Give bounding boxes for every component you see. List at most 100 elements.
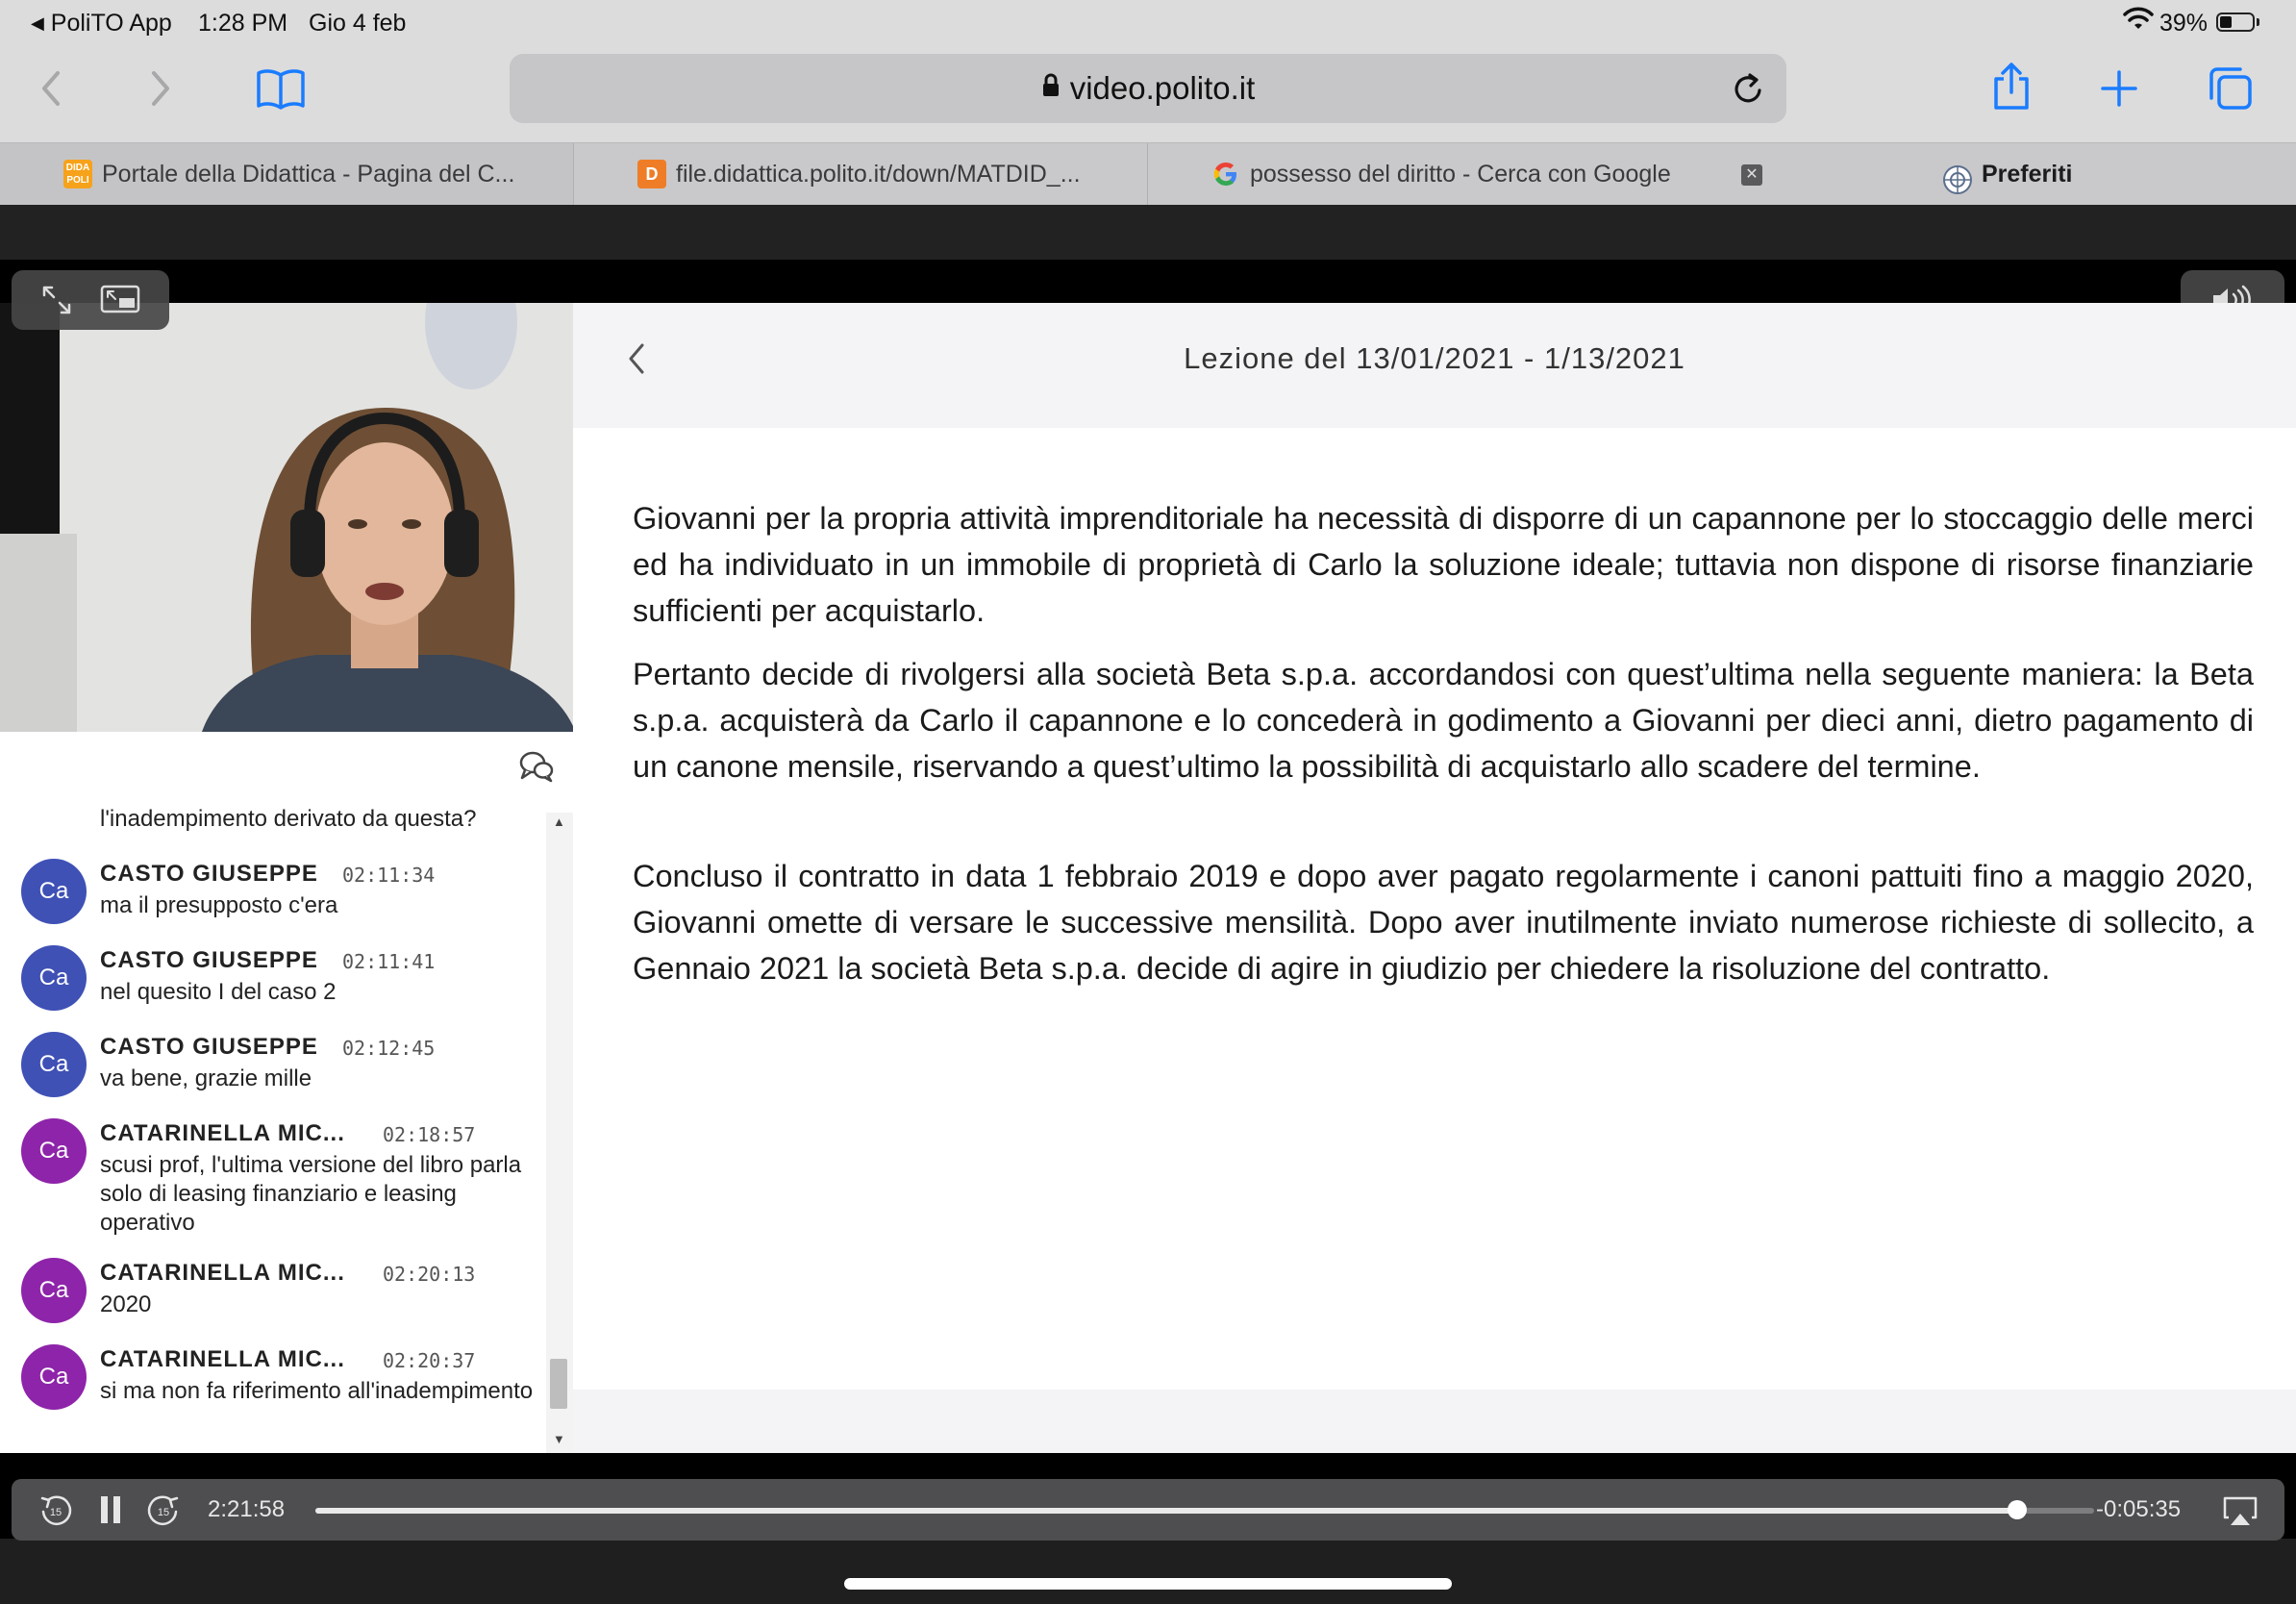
tab-file-didattica[interactable]: D file.didattica.polito.it/down/MATDID_.…: [574, 143, 1148, 205]
chat-message: Ca CASTO GIUSEPPE 02:11:34 ma il presupp…: [0, 857, 538, 934]
new-tab-icon[interactable]: [2100, 69, 2138, 113]
back-app-label: PoliTO App: [50, 10, 172, 37]
pause-icon[interactable]: [98, 1494, 123, 1530]
lesson-title: Lezione del 13/01/2021 - 1/13/2021: [1184, 341, 1685, 375]
seek-bar-played: [315, 1508, 2018, 1514]
skip-forward-15-icon[interactable]: 15: [146, 1492, 181, 1532]
skip-back-15-icon[interactable]: 15: [38, 1492, 73, 1532]
picture-in-picture-icon[interactable]: [100, 284, 140, 319]
partial-chat-message: l'inadempimento derivato da questa?: [100, 806, 477, 832]
forward-icon[interactable]: [146, 69, 175, 113]
avatar: Ca: [21, 1032, 87, 1097]
slide-page: Giovanni per la propria attività imprend…: [573, 428, 2296, 1390]
message-time: 02:11:34: [342, 864, 436, 887]
message-time: 02:18:57: [383, 1123, 476, 1146]
message-author: CATARINELLA MIC...: [100, 1346, 345, 1372]
share-icon[interactable]: [1990, 62, 2033, 116]
chat-message: Ca CATARINELLA MIC... 02:18:57 scusi pro…: [0, 1116, 538, 1251]
avatar: Ca: [21, 1118, 87, 1184]
avatar: Ca: [21, 1344, 87, 1410]
scrollbar-thumb[interactable]: [550, 1359, 567, 1409]
message-time: 02:12:45: [342, 1037, 436, 1060]
battery-icon: [2216, 13, 2255, 32]
scroll-up-arrow-icon[interactable]: ▲: [553, 815, 565, 829]
chat-panel: l'inadempimento derivato da questa? Ca C…: [0, 732, 573, 1453]
tab-label: file.didattica.polito.it/down/MATDID_...: [676, 161, 1081, 188]
slide-paragraph: Giovanni per la propria attività imprend…: [633, 501, 2254, 628]
seek-bar[interactable]: [315, 1500, 2094, 1519]
battery-percent: 39%: [2159, 10, 2209, 37]
slide-viewer: Lezione del 13/01/2021 - 1/13/2021 Giova…: [573, 303, 2296, 1453]
avatar: Ca: [21, 945, 87, 1011]
tab-label: Preferiti: [1982, 161, 2073, 188]
chat-message: Ca CATARINELLA MIC... 02:20:37 si ma non…: [0, 1342, 538, 1439]
preferiti-globe-icon: [1941, 158, 1974, 205]
wifi-icon: [2123, 6, 2154, 39]
message-time: 02:20:37: [383, 1349, 476, 1372]
seek-bar-handle[interactable]: [2008, 1500, 2028, 1519]
page-background-bar: [0, 205, 2296, 260]
chat-message: Ca CASTO GIUSEPPE 02:12:45 va bene, graz…: [0, 1030, 538, 1107]
speaker-video-image: [0, 303, 573, 732]
url-text: video.polito.it: [1069, 70, 1256, 106]
clock: 1:28 PM: [198, 10, 288, 37]
message-text: ma il presupposto c'era: [100, 892, 338, 918]
message-author: CATARINELLA MIC...: [100, 1260, 345, 1286]
home-indicator: [844, 1578, 1452, 1590]
bookmarks-icon[interactable]: [256, 67, 306, 114]
message-time: 02:11:41: [342, 950, 436, 973]
message-time: 02:20:13: [383, 1263, 476, 1286]
remaining-time: -0:05:35: [2096, 1496, 2182, 1522]
avatar: Ca: [21, 1258, 87, 1323]
message-text: va bene, grazie mille: [100, 1065, 312, 1091]
close-tab-icon[interactable]: ✕: [1741, 164, 1762, 186]
elapsed-time: 2:21:58: [208, 1496, 286, 1522]
slide-header: Lezione del 13/01/2021 - 1/13/2021: [573, 303, 2296, 428]
battery-level: [2220, 16, 2232, 28]
skip-forward-seconds: 15: [158, 1507, 169, 1518]
message-author: CATARINELLA MIC...: [100, 1120, 345, 1146]
chat-scrollbar[interactable]: ▲ ▼: [546, 813, 573, 1453]
chat-message: Ca CATARINELLA MIC... 02:20:13 2020: [0, 1256, 538, 1333]
message-text: scusi prof, l'ultima versione del libro …: [100, 1152, 522, 1236]
tab-preferiti[interactable]: Preferiti: [1774, 143, 2296, 205]
back-to-app-link[interactable]: ◀ PoliTO App: [31, 10, 172, 38]
tab-google-search[interactable]: possesso del diritto - Cerca con Google: [1148, 143, 1722, 205]
tab-portale-didattica[interactable]: DIDA POLI Portale della Didattica - Pagin…: [0, 143, 574, 205]
chat-message: Ca CASTO GIUSEPPE 02:11:41 nel quesito I…: [0, 943, 538, 1020]
url-display[interactable]: video.polito.it: [510, 54, 1786, 125]
message-text: nel quesito I del caso 2: [100, 979, 337, 1005]
avatar: Ca: [21, 859, 87, 924]
slide-paragraph: Concluso il contratto in data 1 febbraio…: [633, 859, 2254, 986]
tab-label: Portale della Didattica - Pagina del C..…: [102, 161, 515, 188]
airplay-icon[interactable]: [2221, 1494, 2259, 1532]
status-bar: ◀ PoliTO App 1:28 PM Gio 4 feb 39%: [0, 0, 2296, 44]
browser-chrome: ◀ PoliTO App 1:28 PM Gio 4 feb 39% video…: [0, 0, 2296, 205]
message-author: CASTO GIUSEPPE: [100, 861, 318, 887]
google-favicon-icon: [1211, 160, 1240, 188]
tab-label: possesso del diritto - Cerca con Google: [1250, 161, 1671, 188]
message-author: CASTO GIUSEPPE: [100, 947, 318, 973]
address-bar[interactable]: video.polito.it: [510, 54, 1786, 123]
date: Gio 4 feb: [309, 10, 407, 37]
polito-didattica-favicon-icon: DIDA POLI: [63, 160, 92, 188]
chat-bubbles-icon[interactable]: [517, 749, 556, 789]
battery-tip: [2257, 18, 2259, 26]
reload-icon[interactable]: [1731, 69, 1767, 113]
scroll-down-arrow-icon[interactable]: ▼: [553, 1432, 565, 1446]
tab-strip: DIDA POLI Portale della Didattica - Pagin…: [0, 142, 2296, 205]
message-text: 2020: [100, 1291, 152, 1317]
back-triangle-icon: ◀: [31, 13, 44, 33]
message-text: si ma non fa riferimento all'inadempimen…: [100, 1378, 534, 1404]
lock-icon: [1041, 53, 1061, 122]
slide-paragraph: Pertanto decide di rivolgersi alla socie…: [633, 657, 2254, 784]
back-icon[interactable]: [37, 69, 65, 113]
d-favicon-icon: D: [637, 160, 666, 188]
message-author: CASTO GIUSEPPE: [100, 1034, 318, 1060]
layout-controls: [12, 270, 169, 330]
playback-controls: 15 15 2:21:58 -0:05:35: [12, 1479, 2284, 1541]
skip-back-seconds: 15: [50, 1507, 62, 1518]
webcam-feed: [0, 303, 573, 732]
tabs-overview-icon[interactable]: [2208, 65, 2254, 116]
expand-icon[interactable]: [40, 284, 73, 321]
